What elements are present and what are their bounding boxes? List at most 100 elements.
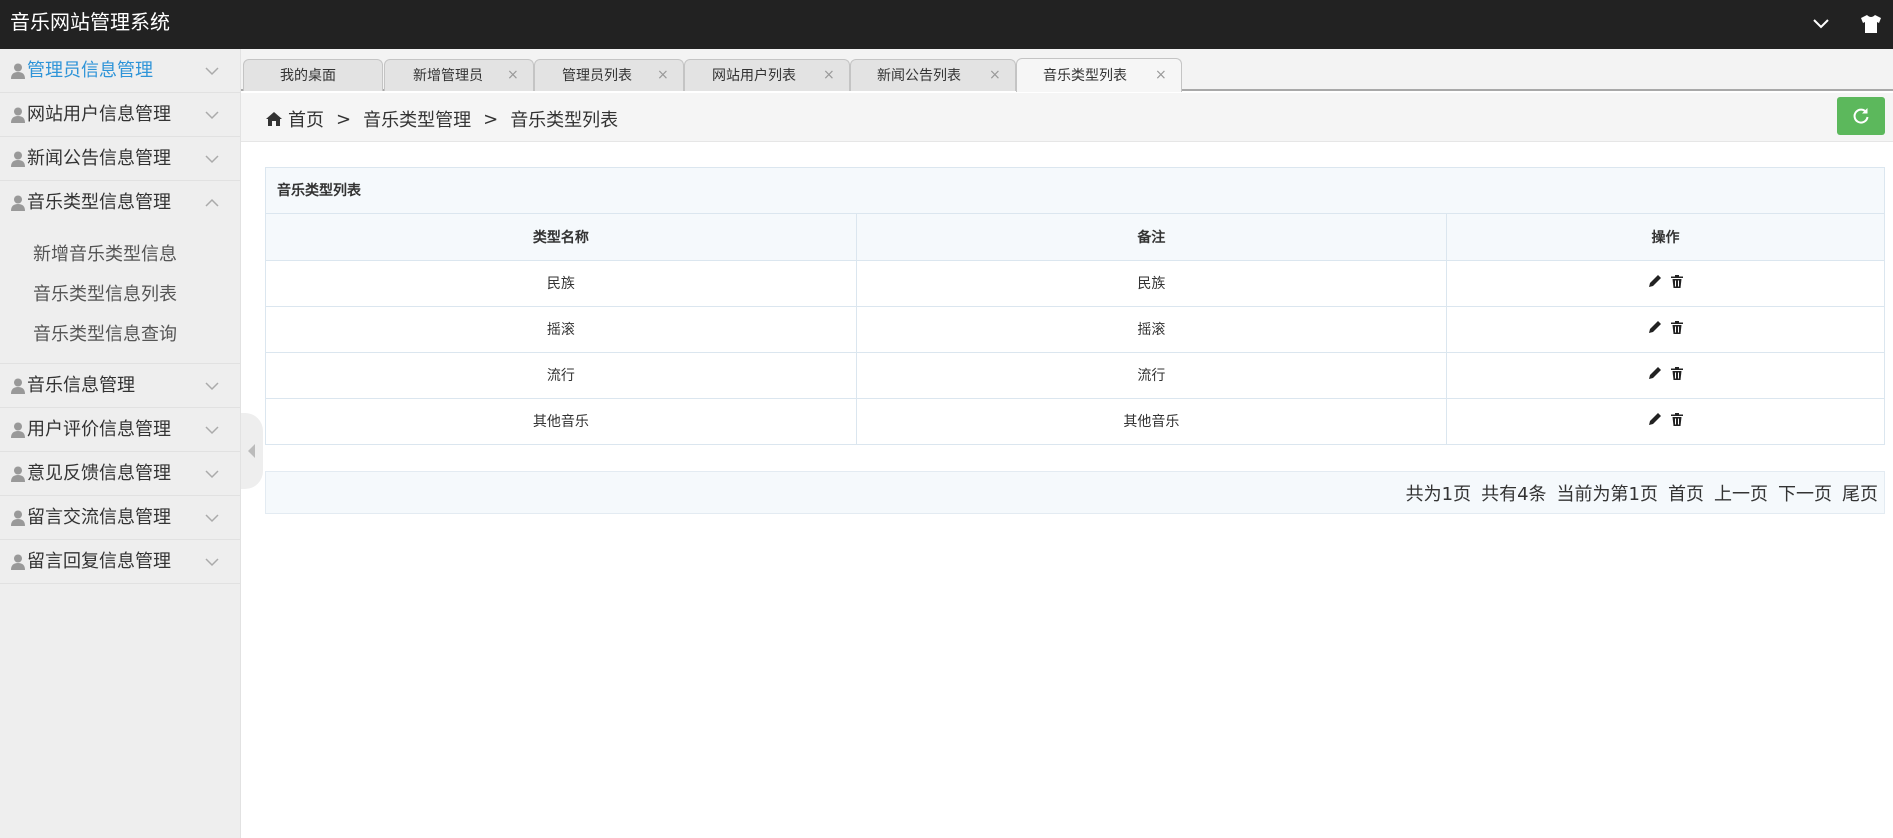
breadcrumb-level1[interactable]: 音乐类型管理 xyxy=(363,106,471,132)
user-icon xyxy=(11,378,25,394)
tab-my-desktop[interactable]: 我的桌面 xyxy=(243,59,383,91)
pager-prev-link[interactable]: 上一页 xyxy=(1714,480,1768,506)
tab-site-user-list[interactable]: 网站用户列表 × xyxy=(684,59,850,91)
column-header-remark: 备注 xyxy=(856,214,1448,261)
chevron-down-icon xyxy=(205,514,219,523)
panel-title: 音乐类型列表 xyxy=(266,168,1884,214)
chevron-down-icon xyxy=(205,155,219,164)
tshirt-icon[interactable] xyxy=(1859,12,1883,36)
pager-current-page: 当前为第1页 xyxy=(1556,483,1658,505)
sidebar-collapse-handle[interactable] xyxy=(241,413,263,489)
breadcrumb-bar: 首页 > 音乐类型管理 > 音乐类型列表 xyxy=(241,93,1893,142)
type-name-cell: 民族 xyxy=(266,260,857,307)
tab-label: 音乐类型列表 xyxy=(1043,68,1127,84)
close-icon[interactable]: × xyxy=(657,66,669,84)
sidebar-item-feedback[interactable]: 意见反馈信息管理 xyxy=(0,452,240,496)
sidebar-item-music-types[interactable]: 音乐类型信息管理 xyxy=(0,181,240,225)
edit-icon[interactable] xyxy=(1648,320,1662,334)
sidebar-item-news[interactable]: 新闻公告信息管理 xyxy=(0,137,240,181)
close-icon[interactable]: × xyxy=(989,66,1001,84)
sidebar: 管理员信息管理 网站用户信息管理 新闻公告信息管理 音乐类型信息管理 新增音乐类… xyxy=(0,49,241,838)
app-title: 音乐网站管理系统 xyxy=(10,10,170,34)
chevron-down-icon xyxy=(205,426,219,435)
tab-label: 我的桌面 xyxy=(280,68,336,84)
edit-icon[interactable] xyxy=(1648,412,1662,426)
user-icon xyxy=(11,554,25,570)
tab-label: 新增管理员 xyxy=(413,68,483,84)
pager-total-records: 共有4条 xyxy=(1481,483,1547,505)
user-icon xyxy=(11,107,25,123)
user-icon xyxy=(11,195,25,211)
remark-cell: 民族 xyxy=(856,260,1448,307)
tab-label: 管理员列表 xyxy=(562,68,632,84)
refresh-button[interactable] xyxy=(1837,97,1885,135)
sidebar-item-replies[interactable]: 留言回复信息管理 xyxy=(0,540,240,584)
chevron-down-icon xyxy=(205,470,219,479)
actions-cell xyxy=(1447,398,1885,444)
chevron-down-icon xyxy=(205,67,219,76)
breadcrumb-home[interactable]: 首页 xyxy=(288,106,324,132)
sidebar-item-label: 意见反馈信息管理 xyxy=(27,463,171,484)
close-icon[interactable]: × xyxy=(507,66,519,84)
pager-next-link[interactable]: 下一页 xyxy=(1778,480,1832,506)
type-name-cell: 流行 xyxy=(266,352,857,399)
refresh-icon xyxy=(1853,108,1869,124)
sidebar-item-label: 新闻公告信息管理 xyxy=(27,148,171,169)
sidebar-item-label: 管理员信息管理 xyxy=(27,60,153,81)
edit-icon[interactable] xyxy=(1648,274,1662,288)
breadcrumb-separator: > xyxy=(483,108,499,130)
submenu-item-add-music-type[interactable]: 新增音乐类型信息 xyxy=(0,235,240,275)
sidebar-item-admin-info[interactable]: 管理员信息管理 xyxy=(0,49,240,93)
actions-cell xyxy=(1446,260,1884,307)
sidebar-item-music[interactable]: 音乐信息管理 xyxy=(0,364,240,408)
column-header-type-name: 类型名称 xyxy=(266,214,857,261)
sidebar-item-site-users[interactable]: 网站用户信息管理 xyxy=(0,93,240,137)
table-row: 其他音乐 其他音乐 xyxy=(266,398,1884,444)
sidebar-item-label: 网站用户信息管理 xyxy=(27,104,171,125)
tab-news-list[interactable]: 新闻公告列表 × xyxy=(850,59,1016,91)
chevron-down-icon xyxy=(205,558,219,567)
actions-cell xyxy=(1446,352,1884,399)
sidebar-item-label: 用户评价信息管理 xyxy=(27,419,171,440)
pager-first-link[interactable]: 首页 xyxy=(1668,480,1704,506)
trash-icon[interactable] xyxy=(1671,366,1683,380)
user-icon xyxy=(11,63,25,79)
trash-icon[interactable] xyxy=(1671,412,1683,426)
sidebar-item-messages[interactable]: 留言交流信息管理 xyxy=(0,496,240,540)
type-name-cell: 其他音乐 xyxy=(266,398,857,444)
chevron-down-icon xyxy=(205,111,219,120)
sidebar-item-label: 留言交流信息管理 xyxy=(27,507,171,528)
breadcrumb-separator: > xyxy=(336,108,352,130)
sidebar-item-label: 留言回复信息管理 xyxy=(27,551,171,572)
tab-bar: 我的桌面 新增管理员 × 管理员列表 × 网站用户列表 × 新闻公告列表 × 音… xyxy=(241,49,1893,92)
sidebar-item-reviews[interactable]: 用户评价信息管理 xyxy=(0,408,240,452)
music-type-table: 类型名称 备注 操作 民族 民族 摇滚 摇滚 流行 流行 其他音乐 其他音乐 xyxy=(266,214,1884,444)
tab-music-type-list[interactable]: 音乐类型列表 × xyxy=(1016,58,1182,92)
sidebar-item-label: 音乐信息管理 xyxy=(27,375,135,396)
remark-cell: 其他音乐 xyxy=(856,398,1448,444)
close-icon[interactable]: × xyxy=(1155,66,1167,84)
table-row: 流行 流行 xyxy=(266,352,1884,399)
remark-cell: 摇滚 xyxy=(856,306,1448,353)
tab-add-admin[interactable]: 新增管理员 × xyxy=(384,59,534,91)
chevron-down-icon[interactable] xyxy=(1809,12,1833,36)
trash-icon[interactable] xyxy=(1671,320,1683,334)
close-icon[interactable]: × xyxy=(823,66,835,84)
submenu-item-music-type-list[interactable]: 音乐类型信息列表 xyxy=(0,275,240,315)
actions-cell xyxy=(1446,306,1884,353)
pager-last-link[interactable]: 尾页 xyxy=(1842,480,1878,506)
breadcrumb-level2: 音乐类型列表 xyxy=(510,110,619,131)
type-name-cell: 摇滚 xyxy=(266,306,857,353)
header-icons xyxy=(1809,12,1883,36)
edit-icon[interactable] xyxy=(1648,366,1662,380)
user-icon xyxy=(11,422,25,438)
submenu-item-music-type-query[interactable]: 音乐类型信息查询 xyxy=(0,315,240,355)
user-icon xyxy=(11,151,25,167)
chevron-up-icon xyxy=(205,198,219,207)
caret-left-icon xyxy=(248,444,255,458)
trash-icon[interactable] xyxy=(1671,274,1683,288)
tab-admin-list[interactable]: 管理员列表 × xyxy=(534,59,684,91)
table-row: 摇滚 摇滚 xyxy=(266,306,1884,353)
table-header-row: 类型名称 备注 操作 xyxy=(266,214,1884,261)
column-header-actions: 操作 xyxy=(1446,214,1884,261)
